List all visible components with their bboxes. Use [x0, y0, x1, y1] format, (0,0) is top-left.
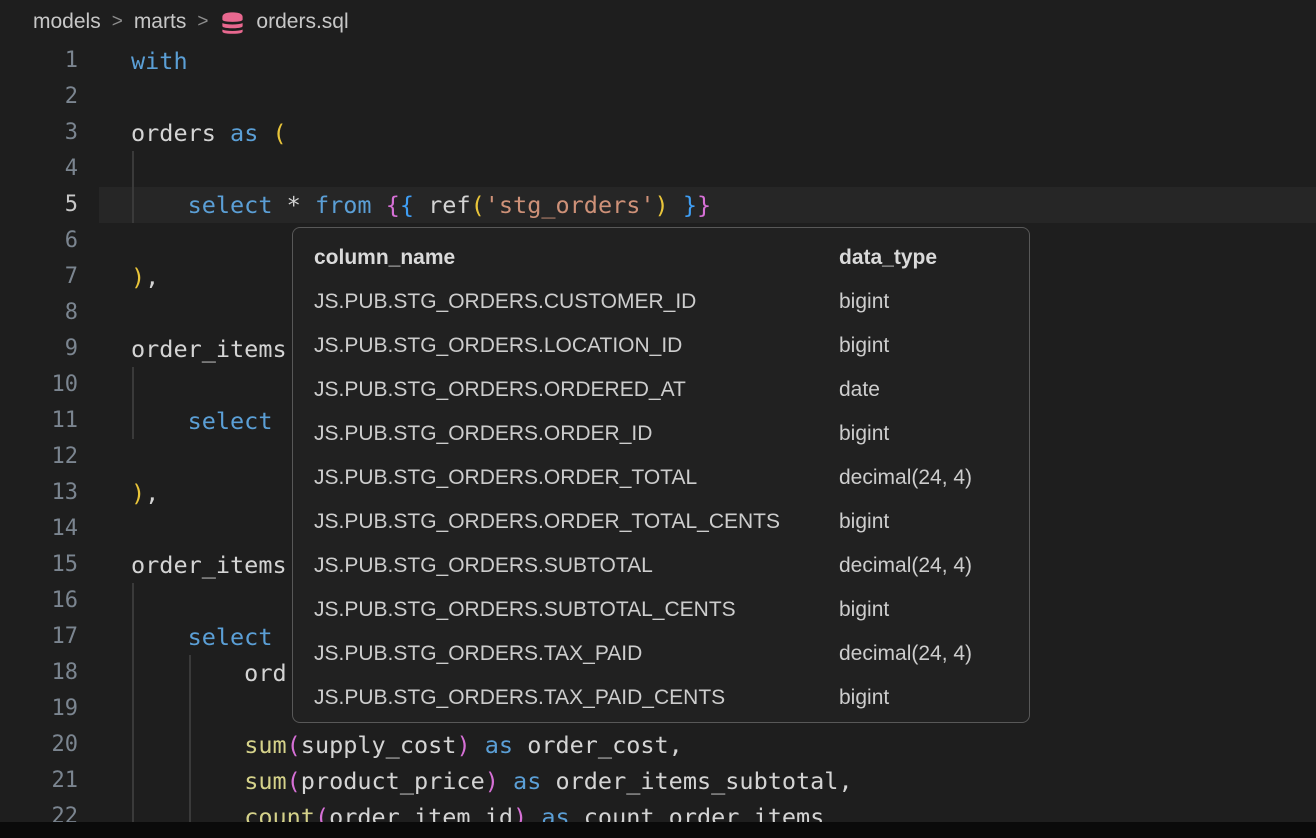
popup-cell-column-name: JS.PUB.STG_ORDERS.ORDER_TOTAL_CENTS — [314, 510, 839, 534]
line-number: 21 — [0, 763, 78, 799]
code-line-5[interactable]: 5 select * from {{ ref('stg_orders') }} — [0, 187, 1316, 223]
code-text: with — [131, 43, 188, 79]
code-text: ord — [131, 655, 287, 691]
breadcrumb: models > marts > orders.sql — [0, 0, 1316, 43]
code-line-1[interactable]: 1 with — [0, 43, 1316, 79]
line-number: 17 — [0, 619, 78, 655]
line-number: 11 — [0, 403, 78, 439]
popup-cell-data-type: bigint — [839, 290, 889, 314]
popup-cell-data-type: decimal(24, 4) — [839, 466, 972, 490]
line-number: 18 — [0, 655, 78, 691]
code-text: orders as ( — [131, 115, 287, 151]
popup-row: JS.PUB.STG_ORDERS.LOCATION_IDbigint — [293, 324, 1029, 368]
line-number: 10 — [0, 367, 78, 403]
code-line-2[interactable]: 2 — [0, 79, 1316, 115]
popup-cell-column-name: JS.PUB.STG_ORDERS.SUBTOTAL_CENTS — [314, 598, 839, 622]
popup-cell-data-type: date — [839, 378, 880, 402]
panel-edge — [0, 822, 1316, 838]
popup-row: JS.PUB.STG_ORDERS.SUBTOTAL_CENTSbigint — [293, 588, 1029, 632]
chevron-right-icon: > — [197, 11, 208, 33]
popup-cell-column-name: JS.PUB.STG_ORDERS.TAX_PAID — [314, 642, 839, 666]
code-line-20[interactable]: 20 sum(supply_cost) as order_cost, — [0, 727, 1316, 763]
popup-cell-data-type: bigint — [839, 422, 889, 446]
line-number: 6 — [0, 223, 78, 259]
popup-cell-data-type: decimal(24, 4) — [839, 554, 972, 578]
column-metadata-tooltip: column_name data_type JS.PUB.STG_ORDERS.… — [292, 227, 1030, 723]
line-number: 9 — [0, 331, 78, 367]
code-text: ), — [131, 259, 159, 295]
popup-row: JS.PUB.STG_ORDERS.ORDER_TOTALdecimal(24,… — [293, 456, 1029, 500]
line-number: 13 — [0, 475, 78, 511]
popup-cell-data-type: bigint — [839, 510, 889, 534]
line-number: 12 — [0, 439, 78, 475]
popup-row: JS.PUB.STG_ORDERS.SUBTOTALdecimal(24, 4) — [293, 544, 1029, 588]
editor-window: models > marts > orders.sql 1 with 23 order… — [0, 0, 1316, 838]
popup-cell-column-name: JS.PUB.STG_ORDERS.ORDER_TOTAL — [314, 466, 839, 490]
database-icon — [219, 9, 246, 36]
popup-cell-data-type: bigint — [839, 598, 889, 622]
chevron-right-icon: > — [112, 11, 123, 33]
popup-row: JS.PUB.STG_ORDERS.ORDER_TOTAL_CENTSbigin… — [293, 500, 1029, 544]
code-text: sum(product_price) as order_items_subtot… — [131, 763, 853, 799]
code-line-4[interactable]: 4 — [0, 151, 1316, 187]
code-text: sum(supply_cost) as order_cost, — [131, 727, 683, 763]
code-text: order_items — [131, 331, 287, 367]
popup-cell-column-name: JS.PUB.STG_ORDERS.CUSTOMER_ID — [314, 290, 839, 314]
code-text: select * from {{ ref('stg_orders') }} — [131, 187, 711, 223]
popup-cell-data-type: bigint — [839, 334, 889, 358]
popup-rows: JS.PUB.STG_ORDERS.CUSTOMER_IDbigintJS.PU… — [293, 280, 1029, 720]
code-text: ), — [131, 475, 159, 511]
popup-cell-data-type: bigint — [839, 686, 889, 710]
popup-header-column-name: column_name — [314, 246, 839, 270]
popup-header-row: column_name data_type — [293, 236, 1029, 280]
line-number: 5 — [0, 187, 78, 223]
line-number: 16 — [0, 583, 78, 619]
code-line-3[interactable]: 3 orders as ( — [0, 115, 1316, 151]
line-number: 15 — [0, 547, 78, 583]
code-text: select — [131, 619, 272, 655]
popup-row: JS.PUB.STG_ORDERS.TAX_PAID_CENTSbigint — [293, 676, 1029, 720]
breadcrumb-item-file[interactable]: orders.sql — [256, 10, 348, 34]
popup-cell-column-name: JS.PUB.STG_ORDERS.LOCATION_ID — [314, 334, 839, 358]
popup-cell-data-type: decimal(24, 4) — [839, 642, 972, 666]
line-number: 4 — [0, 151, 78, 187]
code-text: select — [131, 403, 272, 439]
popup-row: JS.PUB.STG_ORDERS.CUSTOMER_IDbigint — [293, 280, 1029, 324]
popup-row: JS.PUB.STG_ORDERS.ORDERED_ATdate — [293, 368, 1029, 412]
popup-row: JS.PUB.STG_ORDERS.ORDER_IDbigint — [293, 412, 1029, 456]
code-text: order_items — [131, 547, 287, 583]
breadcrumb-item-marts[interactable]: marts — [134, 10, 187, 34]
line-number: 20 — [0, 727, 78, 763]
line-number: 1 — [0, 43, 78, 79]
code-line-21[interactable]: 21 sum(product_price) as order_items_sub… — [0, 763, 1316, 799]
popup-cell-column-name: JS.PUB.STG_ORDERS.ORDER_ID — [314, 422, 839, 446]
line-number: 2 — [0, 79, 78, 115]
popup-cell-column-name: JS.PUB.STG_ORDERS.TAX_PAID_CENTS — [314, 686, 839, 710]
line-number: 3 — [0, 115, 78, 151]
popup-cell-column-name: JS.PUB.STG_ORDERS.SUBTOTAL — [314, 554, 839, 578]
line-number: 8 — [0, 295, 78, 331]
line-number: 19 — [0, 691, 78, 727]
line-number: 14 — [0, 511, 78, 547]
popup-cell-column-name: JS.PUB.STG_ORDERS.ORDERED_AT — [314, 378, 839, 402]
line-number: 7 — [0, 259, 78, 295]
popup-row: JS.PUB.STG_ORDERS.TAX_PAIDdecimal(24, 4) — [293, 632, 1029, 676]
breadcrumb-item-models[interactable]: models — [33, 10, 101, 34]
popup-header-data-type: data_type — [839, 246, 937, 270]
